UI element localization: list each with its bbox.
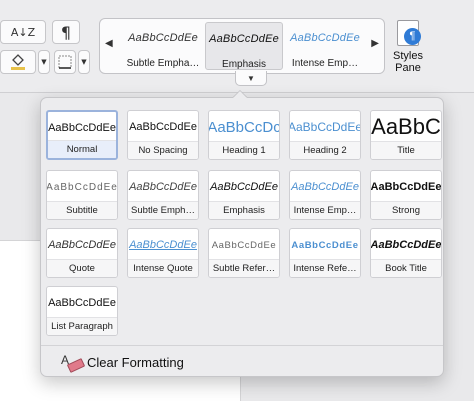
style-name: Subtitle	[47, 201, 117, 219]
style-sample: AaBbCcDc	[209, 118, 279, 136]
style-sample: AaBbCcDdEe	[48, 297, 116, 309]
style-tile[interactable]: AaBbCcDdEe Book Title	[370, 228, 442, 278]
style-sample: AaBbCcDdEe	[371, 239, 441, 251]
style-tile[interactable]: AaBbCcDdEe Intense Refe…	[289, 228, 361, 278]
styles-pane-label: Styles Pane	[393, 50, 423, 74]
styles-pane-button[interactable]: ¶ Styles Pane	[388, 20, 428, 74]
gallery-right-arrow[interactable]: ▶	[371, 38, 379, 49]
style-name: Book Title	[371, 259, 441, 277]
style-tile[interactable]: AaBbCcDdEe Subtle Emph…	[127, 170, 199, 220]
style-name: Quote	[47, 259, 117, 277]
gallery-left-arrow[interactable]: ◀	[105, 38, 113, 49]
style-name: Heading 2	[290, 141, 360, 159]
style-tile[interactable]: AaBbCcDdEe List Paragraph	[46, 286, 118, 336]
borders-dropdown[interactable]: ▼	[78, 50, 90, 74]
gallery-style-item[interactable]: AaBbCcDdEe Intense Emp…	[286, 22, 364, 70]
style-sample: AaBbCcDdEe	[211, 239, 277, 251]
popup-divider	[41, 345, 443, 346]
gallery-expand-button[interactable]: ▼	[235, 71, 267, 86]
sort-button[interactable]: A↓Z	[0, 20, 46, 44]
gallery-style-sample: AaBbCcDdEe	[290, 32, 360, 44]
borders-icon	[58, 55, 72, 69]
style-name: Title	[371, 141, 441, 159]
style-name: Heading 1	[209, 141, 279, 159]
eraser-icon: A	[61, 353, 86, 373]
show-formatting-button[interactable]: ¶	[52, 20, 80, 44]
styles-gallery: ◀ AaBbCcDdEe Subtle Empha… AaBbCcDdEe Empha…	[99, 18, 385, 74]
style-name: List Paragraph	[47, 317, 117, 335]
clear-formatting-button[interactable]: A Clear Formatting	[61, 351, 184, 373]
style-name: Intense Emp…	[290, 201, 360, 219]
popup-pointer-fill	[233, 91, 247, 98]
gallery-style-name: Subtle Empha…	[126, 58, 200, 69]
style-tile[interactable]: AaBbCcDdEe Quote	[46, 228, 118, 278]
gallery-style-name: Emphasis	[222, 59, 266, 70]
styles-pane-icon: ¶	[395, 20, 421, 46]
borders-button[interactable]	[54, 50, 76, 74]
style-name: No Spacing	[128, 141, 198, 159]
style-tile[interactable]: AaBbCcDdEe Normal	[46, 110, 118, 160]
style-tile[interactable]: AaBbC Title	[370, 110, 442, 160]
pilcrow-icon: ¶	[60, 22, 72, 42]
style-tile[interactable]: AaBbCcDdEe Intense Quote	[127, 228, 199, 278]
sort-icon: A↓Z	[10, 25, 36, 39]
style-tile[interactable]: AaBbCcDdEe Subtitle	[46, 170, 118, 220]
style-sample: AaBbCcDdEe	[210, 181, 278, 193]
gallery-style-item[interactable]: AaBbCcDdEe Subtle Empha…	[124, 22, 202, 70]
style-name: Intense Refe…	[290, 259, 360, 277]
style-sample: AaBbCcDdEe	[291, 181, 359, 193]
shading-dropdown[interactable]: ▼	[38, 50, 50, 74]
style-sample: AaBbC	[371, 114, 441, 139]
style-name: Subtle Refer…	[209, 259, 279, 277]
style-sample: AaBbCcDdEe	[291, 239, 359, 251]
style-tile[interactable]: AaBbCcDdEe Emphasis	[208, 170, 280, 220]
style-sample: AaBbCcDdEe	[48, 239, 116, 251]
style-tile[interactable]: AaBbCcDdEe No Spacing	[127, 110, 199, 160]
style-tile[interactable]: AaBbCcDc Heading 1	[208, 110, 280, 160]
style-tile[interactable]: AaBbCcDdEe Subtle Refer…	[208, 228, 280, 278]
style-sample: AaBbCcDdEe	[290, 120, 360, 134]
style-sample: AaBbCcDdEe	[47, 181, 117, 193]
style-name: Strong	[371, 201, 441, 219]
chevron-down-icon: ▼	[247, 73, 255, 83]
style-sample: AaBbCcDdEe	[129, 239, 197, 251]
gallery-style-sample: AaBbCcDdEe	[128, 32, 198, 44]
style-tile[interactable]: AaBbCcDdEe Strong	[370, 170, 442, 220]
style-name: Normal	[48, 140, 116, 158]
style-name: Intense Quote	[128, 259, 198, 277]
style-sample: AaBbCcDdEe	[371, 181, 441, 193]
shading-button[interactable]	[0, 50, 36, 74]
style-sample: AaBbCcDdEe	[129, 121, 197, 133]
clear-formatting-label: Clear Formatting	[87, 354, 184, 370]
gallery-style-item[interactable]: AaBbCcDdEe Emphasis	[205, 22, 283, 70]
styles-popup: AaBbCcDdEe Normal AaBbCcDdEe No Spacing AaBb…	[40, 97, 444, 377]
style-tile[interactable]: AaBbCcDdEe Heading 2	[289, 110, 361, 160]
ribbon: A↓Z ¶ ▼ ▼ ◀ AaBbCcDdEe Subtle Empha… AaBbC…	[0, 0, 474, 93]
gallery-style-name: Intense Emp…	[291, 58, 359, 69]
style-sample: AaBbCcDdEe	[129, 181, 197, 193]
style-name: Emphasis	[209, 201, 279, 219]
style-name: Subtle Emph…	[128, 201, 198, 219]
style-tile[interactable]: AaBbCcDdEe Intense Emp…	[289, 170, 361, 220]
gallery-style-sample: AaBbCcDdEe	[209, 33, 279, 45]
paint-bucket-icon	[11, 54, 25, 70]
